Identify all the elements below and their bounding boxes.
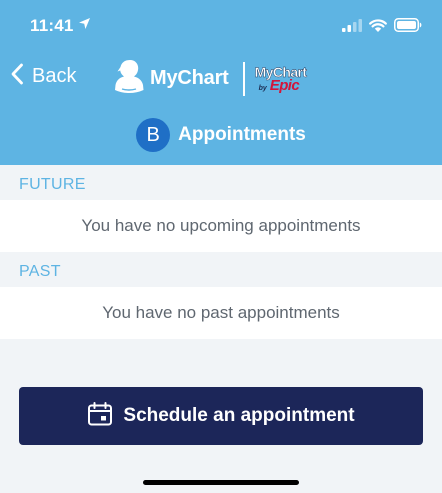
mychart-by-epic-logo: MyChart by Epic bbox=[254, 64, 307, 93]
past-empty-row: You have no past appointments bbox=[0, 287, 442, 339]
avatar[interactable]: B bbox=[136, 118, 171, 152]
status-time-group: 11:41 bbox=[30, 16, 91, 36]
battery-icon bbox=[394, 18, 422, 37]
wifi-icon bbox=[369, 18, 387, 37]
mychart-logo-text: MyChart bbox=[150, 67, 229, 89]
status-time: 11:41 bbox=[30, 16, 74, 35]
epic-sub: by Epic bbox=[259, 78, 307, 93]
page-title: Appointments bbox=[178, 124, 306, 145]
home-indicator[interactable] bbox=[143, 480, 299, 485]
future-empty-row: You have no upcoming appointments bbox=[0, 200, 442, 252]
back-button[interactable]: Back bbox=[10, 63, 76, 90]
future-empty-text: You have no upcoming appointments bbox=[81, 216, 361, 235]
epic-by-text: by bbox=[258, 84, 267, 92]
status-bar: 11:41 bbox=[0, 0, 442, 52]
section-label-past: PAST bbox=[19, 263, 61, 280]
schedule-appointment-button[interactable]: Schedule an appointment bbox=[19, 387, 423, 445]
mychart-brand: MyChart MyChart by Epic bbox=[114, 58, 307, 99]
app-header: 11:41 Back MyChart MyChart by Epic B App… bbox=[0, 0, 442, 165]
calendar-icon bbox=[87, 401, 113, 432]
brand-divider bbox=[242, 61, 245, 96]
past-empty-text: You have no past appointments bbox=[102, 303, 340, 322]
schedule-button-label: Schedule an appointment bbox=[123, 405, 355, 426]
status-icons bbox=[342, 18, 422, 37]
section-label-future: FUTURE bbox=[19, 176, 86, 193]
chevron-left-icon bbox=[10, 63, 24, 90]
mychart-logo-icon bbox=[114, 58, 144, 99]
epic-logo-text: Epic bbox=[269, 76, 300, 94]
location-arrow-icon bbox=[78, 17, 91, 35]
back-label: Back bbox=[32, 65, 77, 87]
page-title-row: B Appointments bbox=[0, 117, 442, 153]
cellular-signal-icon bbox=[342, 18, 362, 37]
navigation-bar: Back MyChart MyChart by Epic bbox=[0, 52, 442, 104]
